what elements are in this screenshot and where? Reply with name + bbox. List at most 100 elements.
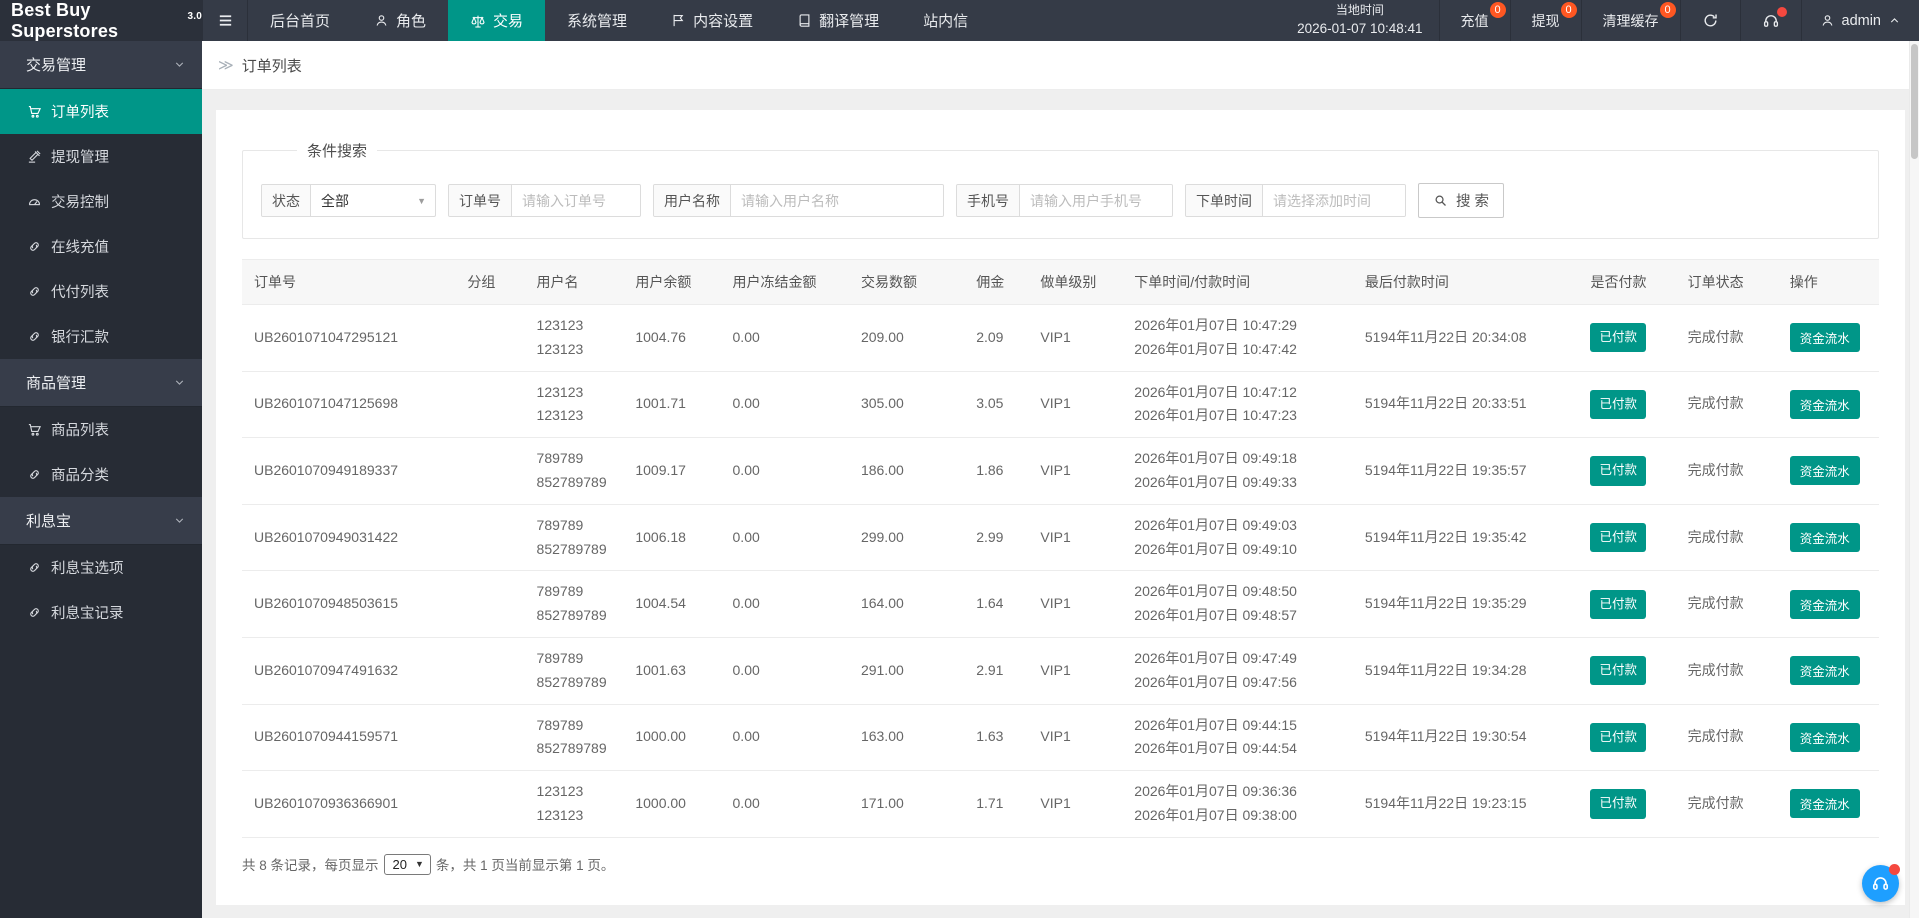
cell-commission: 3.05: [968, 371, 1033, 439]
cell-level: VIP1: [1032, 637, 1127, 705]
support-button[interactable]: [1739, 0, 1801, 41]
cell-amount: 164.00: [852, 570, 969, 638]
sidebar-item-payout-list[interactable]: 代付列表: [0, 269, 202, 314]
col-group: 分组: [459, 259, 529, 305]
cell-last-pay-time: 5194年11月22日 19:30:54: [1356, 704, 1583, 772]
nav-site-mail[interactable]: 站内信: [901, 0, 990, 41]
pagination: 共 8 条记录，每页显示 20 ▼ 条，共 1 页当前显示第 1 页。: [242, 853, 1879, 875]
table-header-row: 订单号 分组 用户名 用户余额 用户冻结金额 交易数额 佣金 做单级别 下单时间…: [242, 259, 1879, 305]
clear-cache-badge: 0: [1659, 2, 1676, 18]
scrollbar-thumb[interactable]: [1911, 44, 1918, 159]
paid-badge: 已付款: [1590, 522, 1646, 553]
sidebar-group-interest[interactable]: 利息宝: [0, 497, 202, 545]
floating-support-button[interactable]: [1862, 864, 1900, 902]
withdraw-button[interactable]: 提现 0: [1509, 0, 1581, 41]
sidebar-item-order-list[interactable]: 订单列表: [0, 89, 202, 134]
col-last-pay-time: 最后付款时间: [1356, 259, 1583, 305]
cell-amount: 305.00: [852, 371, 969, 439]
sidebar-item-trade-control[interactable]: 交易控制: [0, 179, 202, 224]
fund-flow-button[interactable]: 资金流水: [1789, 456, 1860, 486]
fund-flow-button[interactable]: 资金流水: [1789, 389, 1860, 419]
recharge-button[interactable]: 充值 0: [1438, 0, 1510, 41]
col-username: 用户名: [528, 259, 628, 305]
sidebar-group-products[interactable]: 商品管理: [0, 359, 202, 407]
cell-level: VIP1: [1032, 371, 1127, 439]
sidebar-collapse-button[interactable]: [202, 0, 248, 41]
nav-label: 交易: [493, 13, 524, 30]
col-amount: 交易数额: [852, 259, 969, 305]
gavel-icon: [27, 149, 42, 164]
cell-paid: 已付款: [1582, 504, 1680, 572]
cell-last-pay-time: 5194年11月22日 19:34:28: [1356, 637, 1583, 705]
cell-amount: 171.00: [852, 770, 969, 838]
cell-group: [459, 304, 529, 372]
cell-level: VIP1: [1032, 704, 1127, 772]
cell-action: 资金流水: [1781, 637, 1879, 705]
headset-icon: [1871, 874, 1890, 893]
cell-commission: 1.64: [968, 570, 1033, 638]
cell-status: 完成付款: [1679, 637, 1782, 705]
phone-input[interactable]: [1020, 185, 1172, 216]
cell-order-pay-time: 2026年01月07日 09:47:49 2026年01月07日 09:47:56: [1126, 637, 1357, 705]
link-icon: [27, 560, 42, 575]
fund-flow-button[interactable]: 资金流水: [1789, 523, 1860, 553]
order-no-label: 订单号: [449, 185, 512, 216]
cell-balance: 1009.17: [627, 437, 725, 505]
sidebar-item-interest-records[interactable]: 利息宝记录: [0, 590, 202, 635]
cell-status: 完成付款: [1679, 371, 1782, 439]
fund-flow-button[interactable]: 资金流水: [1789, 789, 1860, 819]
fund-flow-button[interactable]: 资金流水: [1789, 656, 1860, 686]
refresh-icon: [1702, 12, 1719, 29]
search-button[interactable]: 搜 索: [1418, 183, 1505, 218]
sidebar-item-bank-transfer[interactable]: 银行汇款: [0, 314, 202, 359]
nav-translation[interactable]: 翻译管理: [775, 0, 901, 41]
sidebar-group-trade[interactable]: 交易管理: [0, 41, 202, 89]
order-time-input[interactable]: [1263, 185, 1405, 216]
cell-frozen: 0.00: [724, 504, 853, 572]
page-size-select[interactable]: 20 ▼: [383, 853, 431, 875]
fund-flow-button[interactable]: 资金流水: [1789, 589, 1860, 619]
col-action: 操作: [1781, 259, 1879, 305]
cell-frozen: 0.00: [724, 371, 853, 439]
order-no-input[interactable]: [512, 185, 640, 216]
local-time-label: 当地时间: [1335, 3, 1384, 18]
col-paid: 是否付款: [1582, 259, 1680, 305]
refresh-button[interactable]: [1679, 0, 1740, 41]
clear-cache-button[interactable]: 清理缓存 0: [1580, 0, 1680, 41]
recharge-label: 充值: [1460, 12, 1489, 29]
sidebar-item-product-list[interactable]: 商品列表: [0, 407, 202, 452]
nav-dashboard[interactable]: 后台首页: [248, 0, 352, 41]
cell-paid: 已付款: [1582, 570, 1680, 638]
cell-action: 资金流水: [1781, 371, 1879, 439]
withdraw-label: 提现: [1531, 12, 1560, 29]
nav-trade[interactable]: 交易: [448, 0, 546, 41]
nav-roles[interactable]: 角色: [352, 0, 448, 41]
chevron-down-icon: [173, 376, 186, 389]
status-label: 状态: [262, 185, 311, 216]
sidebar-item-interest-options[interactable]: 利息宝选项: [0, 545, 202, 590]
vertical-scrollbar[interactable]: [1909, 41, 1919, 918]
cell-username: 789789 852789789: [528, 704, 628, 772]
paid-badge: 已付款: [1590, 722, 1646, 752]
nav-system[interactable]: 系统管理: [545, 0, 649, 41]
table-row: UB2601070936366901 123123 123123 1000.00 …: [242, 770, 1879, 838]
cell-balance: 1001.71: [627, 371, 725, 439]
sidebar-item-withdraw-mgmt[interactable]: 提现管理: [0, 134, 202, 179]
paid-badge: 已付款: [1590, 323, 1646, 353]
user-menu[interactable]: admin: [1800, 0, 1919, 41]
search-panel-legend: 条件搜索: [307, 143, 368, 160]
nav-label: 内容设置: [693, 13, 754, 30]
username: admin: [1841, 12, 1882, 29]
item-label: 交易控制: [51, 195, 109, 211]
user-name-input[interactable]: [731, 185, 943, 216]
content: 条件搜索 状态 全部 ▼ 订单号 用户名称: [202, 90, 1919, 905]
fund-flow-button[interactable]: 资金流水: [1789, 323, 1860, 353]
sidebar-item-online-recharge[interactable]: 在线充值: [0, 224, 202, 269]
status-select[interactable]: 全部 ▼: [311, 185, 435, 216]
chevron-down-icon: [173, 514, 186, 527]
cell-last-pay-time: 5194年11月22日 19:35:42: [1356, 504, 1583, 572]
nav-content-settings[interactable]: 内容设置: [649, 0, 775, 41]
sidebar: 交易管理 订单列表 提现管理 交易控制 在线充值 代付列表 银行汇款 商品管理 …: [0, 41, 202, 918]
sidebar-item-product-category[interactable]: 商品分类: [0, 452, 202, 497]
fund-flow-button[interactable]: 资金流水: [1789, 722, 1860, 752]
